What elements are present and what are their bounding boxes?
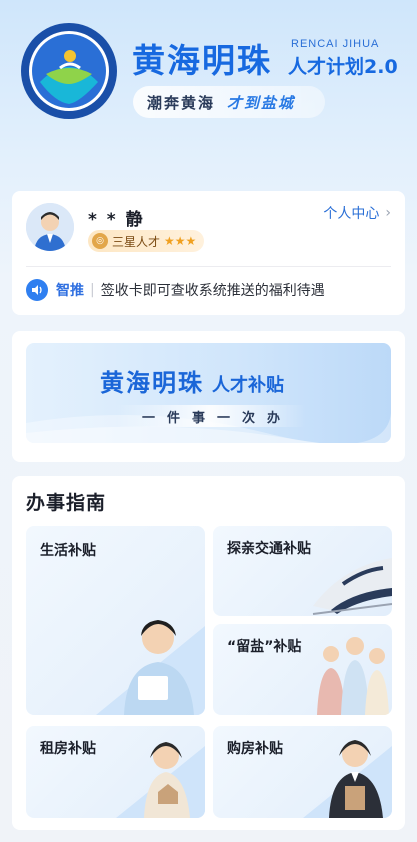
family-illustration (317, 637, 389, 715)
header: 黄海明珠 RENCAI JIHUA 人才计划2.0 潮奔黄海 才到盐城 (0, 0, 417, 185)
slogan-right: 才到盐城 (227, 93, 296, 112)
slogan-left: 潮奔黄海 (147, 93, 216, 112)
banner-title-main: 黄海明珠 (100, 369, 204, 397)
woman-house-illustration (116, 742, 205, 818)
businesswoman-illustration (303, 740, 392, 818)
push-separator: | (90, 282, 95, 298)
chevron-right-icon: › (385, 205, 391, 221)
talent-plan-emblem-icon (20, 22, 118, 120)
banner-subtitle: 一件事一次办 (116, 405, 306, 427)
talent-level-label: 三星人才 (112, 234, 161, 249)
personal-center-label: 个人中心 (323, 206, 380, 222)
medal-icon: ◎ (92, 233, 108, 249)
star-rating: ★★★ (164, 234, 197, 248)
profile-card: * * 静 ◎ 三星人才 ★★★ 个人中心 › 智推 | 签收卡即可查收系统推送… (12, 191, 405, 315)
tile-house-purchase-subsidy[interactable]: 购房补贴 (213, 726, 392, 818)
smart-push-tag: 智推 (56, 283, 84, 299)
brand-title: 黄海明珠 (132, 41, 272, 80)
service-guide-card: 办事指南 生活补贴 探亲交通补贴 “留盐”补贴 租房补贴 购房补贴 (12, 476, 405, 830)
divider (26, 266, 391, 267)
user-name: * * 静 (88, 210, 145, 230)
brand-subtitle: 人才计划2.0 (288, 56, 398, 78)
banner-title-suffix: 人才补贴 (212, 375, 284, 396)
tile-family-visit-transport[interactable]: 探亲交通补贴 (213, 526, 392, 616)
talent-subsidy-banner[interactable]: 黄海明珠 人才补贴 一件事一次办 (26, 343, 391, 443)
slogan-pill: 潮奔黄海 才到盐城 (133, 86, 325, 118)
talent-level-badge: ◎ 三星人才 ★★★ (88, 230, 205, 252)
woman-illustration (96, 620, 205, 715)
speaker-icon (26, 279, 48, 301)
tile-rent-subsidy[interactable]: 租房补贴 (26, 726, 205, 818)
personal-center-link[interactable]: 个人中心 › (323, 203, 391, 223)
tile-living-subsidy[interactable]: 生活补贴 (26, 526, 205, 715)
push-message: 签收卡即可查收系统推送的福利待遇 (100, 283, 325, 299)
avatar[interactable] (26, 203, 74, 251)
brand-english: RENCAI JIHUA (291, 38, 380, 50)
smart-push-row[interactable]: 智推 | 签收卡即可查收系统推送的福利待遇 (26, 279, 325, 301)
banner-title: 黄海明珠 人才补贴 (100, 363, 284, 398)
tile-stay-in-yancheng[interactable]: “留盐”补贴 (213, 624, 392, 715)
subsidy-banner-card: 黄海明珠 人才补贴 一件事一次办 (12, 331, 405, 462)
service-guide-title: 办事指南 (26, 492, 107, 514)
train-illustration (312, 558, 392, 615)
